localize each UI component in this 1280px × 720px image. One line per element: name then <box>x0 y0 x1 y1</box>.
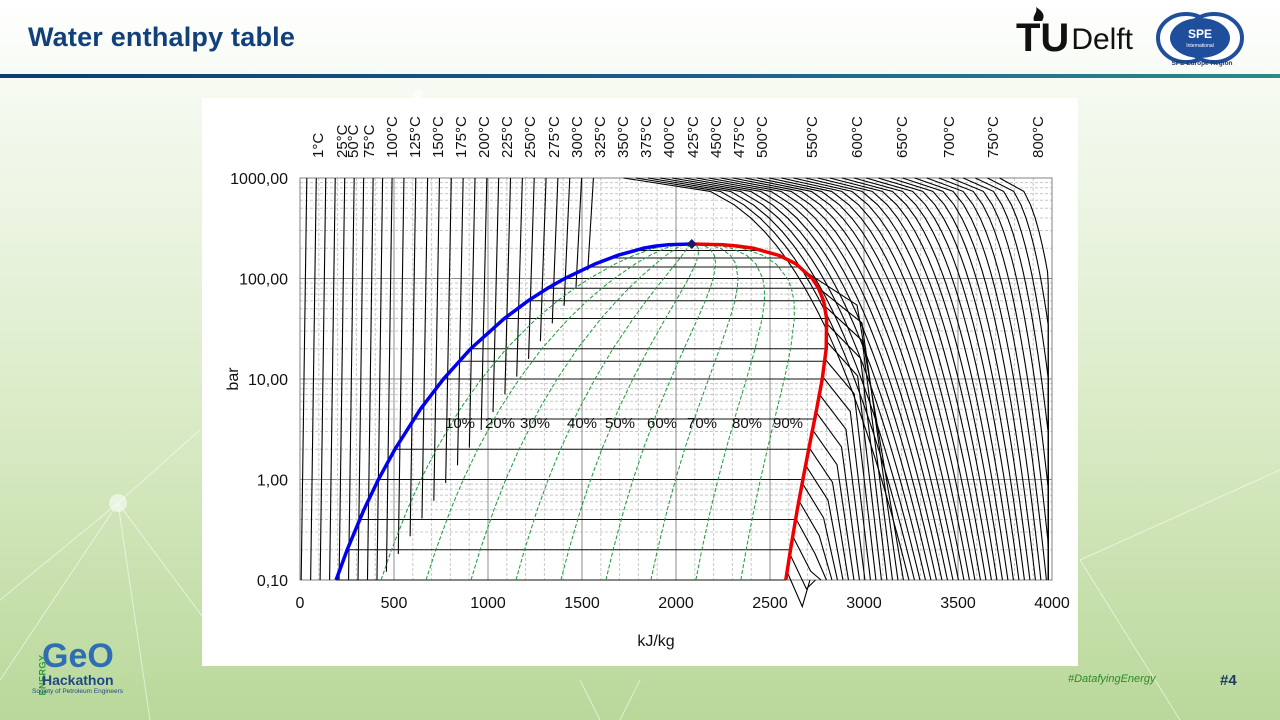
isotherm-label: 375°C <box>638 116 655 158</box>
isotherm-liquid-branch <box>397 177 405 554</box>
isotherm-label: 800°C <box>1030 116 1047 158</box>
x-tick-label: 2500 <box>752 595 788 612</box>
enthalpy-chart-panel: 10% 20% 30% 40% 50% 60% 70% 80% 90% 1°C 25°C 50°C 75… <box>202 98 1078 666</box>
title-divider <box>0 74 1280 78</box>
y-tick-label: 1000,00 <box>230 171 288 188</box>
x-tick-label: 4000 <box>1034 595 1070 612</box>
x-tick-label: 1000 <box>470 595 506 612</box>
tudelft-logo: TU Delft <box>1016 7 1134 60</box>
geo-hackathon-text: Hackathon <box>42 672 114 688</box>
isotherm-label: 100°C <box>384 116 401 158</box>
isotherm-lines <box>300 177 1049 609</box>
flame-icon <box>1033 7 1044 21</box>
isotherm-label: 400°C <box>661 116 678 158</box>
isotherm-label: 200°C <box>476 116 493 158</box>
y-tick-label: 1,00 <box>257 473 288 490</box>
isotherm-vapor-branch <box>812 429 855 581</box>
isotherm-liquid-branch <box>480 177 488 430</box>
isotherm-liquid-branch <box>504 177 512 395</box>
x-tick-label: 2000 <box>658 595 694 612</box>
quality-label: 60% <box>647 415 677 432</box>
y-tick-label: 10,00 <box>248 372 288 389</box>
x-tick-label: 3000 <box>846 595 882 612</box>
isotherm-liquid-branch <box>409 177 417 537</box>
isotherm-label: 1°C <box>310 133 327 158</box>
hashtag-footer: #DatafyingEnergy <box>1068 673 1156 685</box>
x-tick-label: 0 <box>296 595 305 612</box>
quality-label: 80% <box>732 415 762 432</box>
x-axis-title: kJ/kg <box>637 633 674 650</box>
isotherm-label: 425°C <box>685 116 702 158</box>
tudelft-prefix: TU <box>1016 16 1070 60</box>
pressure-enthalpy-chart: 10% 20% 30% 40% 50% 60% 70% 80% 90%1°C 25°C50°C 75… <box>225 116 1070 650</box>
isotherm-label: 500°C <box>754 116 771 158</box>
geo-society-text: Society of Petroleum Engineers <box>32 688 124 695</box>
isotherm-liquid-branch <box>587 177 594 271</box>
y-tick-label: 100,00 <box>239 272 288 289</box>
isotherm-liquid-branch <box>492 177 500 413</box>
spe-logo-subtext: International <box>1186 43 1214 49</box>
isotherm-label: 450°C <box>708 116 725 158</box>
slide-title: Water enthalpy table <box>28 22 296 52</box>
tudelft-mark: TU <box>1016 7 1070 60</box>
isotherm-label: 550°C <box>804 116 821 158</box>
isotherm-liquid-branch <box>539 177 547 342</box>
quality-label: 20% <box>485 415 515 432</box>
isotherm-label: 75°C <box>361 124 378 158</box>
isotherm-label: 325°C <box>592 116 609 158</box>
geo-hackathon-logo: ENERGY GeO Hackathon Society of Petroleu… <box>30 637 140 700</box>
isotherm-label: 475°C <box>731 116 748 158</box>
x-tick-label: 3500 <box>940 595 976 612</box>
isotherm-vapor-branch <box>808 447 849 581</box>
isotherm-label: 50°C <box>345 124 362 158</box>
quality-label: 50% <box>605 415 635 432</box>
isotherm-label: 275°C <box>546 116 563 158</box>
quality-label: 40% <box>567 415 597 432</box>
y-axis-title: bar <box>225 367 242 391</box>
isotherm-label: 175°C <box>453 116 470 158</box>
isotherm-label: 125°C <box>407 116 424 158</box>
quality-label: 70% <box>687 415 717 432</box>
x-tick-label: 500 <box>381 595 408 612</box>
isotherm-liquid-branch <box>385 177 393 572</box>
spe-logo-text: SPE <box>1188 27 1212 41</box>
isotherm-label: 700°C <box>941 116 958 158</box>
isotherm-label: 225°C <box>499 116 516 158</box>
quality-label: 10% <box>445 415 475 432</box>
isotherm-label: 650°C <box>894 116 911 158</box>
y-tick-label: 0,10 <box>257 573 288 590</box>
page-number: #4 <box>1220 672 1237 689</box>
isotherm-label: 300°C <box>569 116 586 158</box>
geo-word: GeO <box>42 637 114 675</box>
isotherm-liquid-branch <box>563 177 571 306</box>
isotherm-label: 350°C <box>615 116 632 158</box>
quality-label: 90% <box>773 415 803 432</box>
isotherm-vapor-branch <box>818 394 866 581</box>
quality-label: 30% <box>520 415 550 432</box>
isotherm-label: 250°C <box>522 116 539 158</box>
isotherm-liquid-branch <box>528 177 535 359</box>
isotherm-label: 600°C <box>849 116 866 158</box>
spe-region-label: SPE Europe Region <box>1171 60 1233 67</box>
isotherm-vapor-branch <box>798 500 833 581</box>
isotherm-label: 150°C <box>430 116 447 158</box>
x-tick-label: 1500 <box>564 595 600 612</box>
isotherm-label: 750°C <box>985 116 1002 158</box>
tudelft-name: Delft <box>1071 23 1134 56</box>
